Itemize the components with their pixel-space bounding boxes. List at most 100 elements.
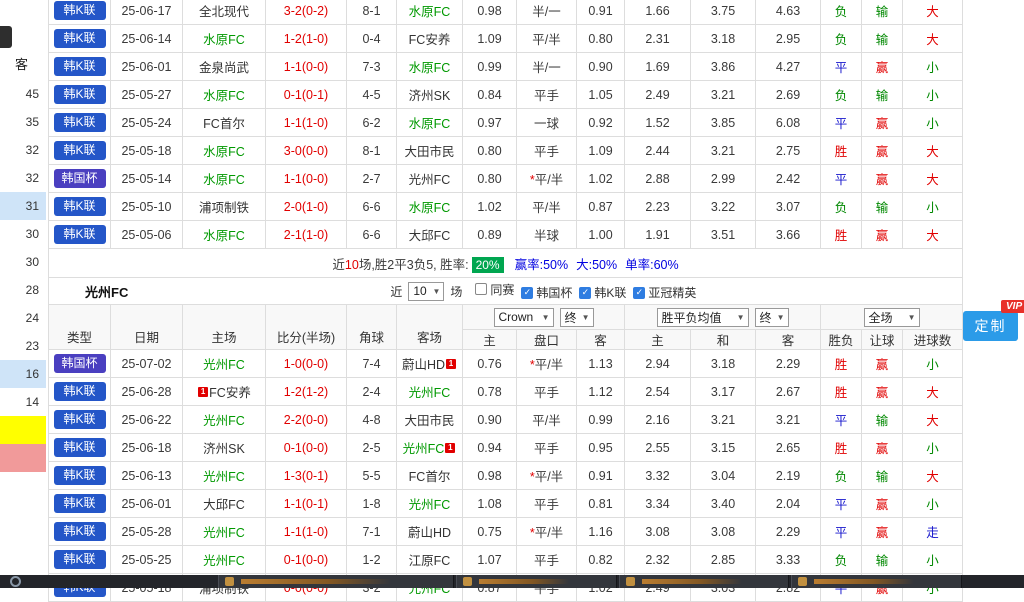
checkbox-unchecked-icon[interactable] (475, 283, 487, 295)
team-name[interactable]: 全北现代 (199, 5, 249, 19)
team-name[interactable]: 蔚山HD (408, 526, 451, 540)
handicap-value: 平/半 (532, 201, 560, 215)
team-name[interactable]: 1FC安养 (197, 386, 251, 400)
team-name[interactable]: 济州SK (203, 442, 245, 456)
filter-checkbox[interactable]: 同赛 (475, 281, 514, 298)
team-name[interactable]: 水原FC (203, 145, 245, 159)
checkbox-checked-icon[interactable]: ✓ (521, 287, 533, 299)
side-tab[interactable] (0, 26, 12, 48)
team-name[interactable]: 光州FC1 (403, 442, 457, 456)
checkbox-checked-icon[interactable]: ✓ (579, 287, 591, 299)
league-cell: 韩国杯 (49, 350, 111, 378)
checkbox-checked-icon[interactable]: ✓ (633, 287, 645, 299)
team-name[interactable]: 光州FC (409, 386, 451, 400)
team-name[interactable]: 水原FC (203, 229, 245, 243)
result-handicap: 输 (862, 25, 903, 53)
team-name[interactable]: 大邱FC (409, 229, 451, 243)
handicap-value: 平/半 (532, 414, 560, 428)
league-cell: 韩K联 (49, 25, 111, 53)
team-name[interactable]: 光州FC (203, 358, 245, 372)
taskbar-window-button[interactable] (456, 575, 617, 588)
league-badge: 韩K联 (54, 438, 106, 457)
taskbar-window-button[interactable] (619, 575, 789, 588)
team-name[interactable]: 水原FC (409, 201, 451, 215)
result-char: 负 (835, 201, 848, 215)
odds-handicap: 平手 (517, 81, 577, 109)
taskbar-window-button[interactable] (218, 575, 454, 588)
team-name[interactable]: 大邱FC (203, 498, 245, 512)
corner-count: 1-8 (347, 490, 397, 518)
league-badge: 韩K联 (54, 466, 106, 485)
filter-checkbox[interactable]: ✓亚冠精英 (633, 284, 696, 301)
result-char: 赢 (876, 145, 889, 159)
avg-away: 4.63 (756, 0, 821, 25)
team-name[interactable]: 水原FC (409, 61, 451, 75)
team-name[interactable]: FC首尔 (203, 117, 245, 131)
team-name[interactable]: 水原FC (409, 5, 451, 19)
match-date: 25-05-18 (111, 137, 183, 165)
average-odds-select[interactable]: 胜平负均值 ▼ (657, 308, 749, 327)
taskbar-app-icon[interactable] (10, 576, 21, 587)
team-name[interactable]: 水原FC (203, 89, 245, 103)
result-char: 小 (926, 89, 939, 103)
odds-away: 1.16 (577, 518, 625, 546)
taskbar-window-button[interactable] (791, 575, 962, 588)
team-name[interactable]: 大田市民 (404, 145, 454, 159)
match-date: 25-06-01 (111, 490, 183, 518)
team-name[interactable]: 金泉尚武 (199, 61, 249, 75)
league-cell: 韩K联 (49, 109, 111, 137)
filter-checkbox[interactable]: ✓韩国杯 (521, 284, 572, 301)
odds-home: 0.80 (463, 137, 517, 165)
bookmaker-select[interactable]: Crown ▼ (494, 308, 554, 327)
result-handicap: 赢 (862, 137, 903, 165)
team-name[interactable]: 光州FC (203, 470, 245, 484)
team-name[interactable]: 光州FC (409, 498, 451, 512)
odds-handicap: 平/半 (517, 193, 577, 221)
result-char: 胜 (835, 386, 848, 400)
team-name[interactable]: 光州FC (203, 554, 245, 568)
handicap-star: * (530, 470, 535, 484)
team-name[interactable]: 水原FC (203, 173, 245, 187)
team-name[interactable]: 光州FC (203, 414, 245, 428)
corner-count: 7-1 (347, 518, 397, 546)
league-badge: 韩K联 (54, 197, 106, 216)
team-name[interactable]: 浦项制铁 (199, 201, 249, 215)
away-team: 水原FC (397, 53, 463, 81)
red-card-mark: 1 (198, 387, 208, 397)
match-row: 韩K联25-06-22光州FC2-2(0-0)4-8大田市民0.90平/半0.9… (49, 406, 963, 434)
corner-count: 2-5 (347, 434, 397, 462)
odds-handicap: *平/半 (517, 518, 577, 546)
result-char: 平 (835, 61, 848, 75)
team-name[interactable]: FC首尔 (409, 470, 451, 484)
average-stage-select[interactable]: 终 ▼ (755, 308, 789, 327)
result-handicap: 输 (862, 546, 903, 574)
away-team: 光州FC (397, 165, 463, 193)
odds-stage-select[interactable]: 终 ▼ (560, 308, 594, 327)
select-value: Crown (499, 310, 534, 324)
team-name[interactable]: 光州FC (409, 173, 451, 187)
avg-draw: 2.99 (691, 165, 756, 193)
team-name[interactable]: 济州SK (409, 89, 451, 103)
team-name[interactable]: 水原FC (203, 33, 245, 47)
recent-games-select[interactable]: 10 ▼ (408, 282, 444, 301)
team-name[interactable]: 江原FC (409, 554, 451, 568)
odds-home: 0.97 (463, 109, 517, 137)
match-date: 25-05-10 (111, 193, 183, 221)
scope-select[interactable]: 全场 ▼ (864, 308, 920, 327)
customize-button[interactable]: 定制 (963, 311, 1018, 341)
team-name[interactable]: 光州FC (203, 526, 245, 540)
result-char: 负 (835, 554, 848, 568)
result-char: 负 (835, 89, 848, 103)
result-char: 胜 (835, 145, 848, 159)
avg-draw: 3.17 (691, 378, 756, 406)
section-header-cell: 光州FC 近 10 ▼ 场 同赛✓韩国杯✓韩K联✓亚冠精英 (49, 278, 963, 305)
avg-home: 2.31 (625, 25, 691, 53)
team-name[interactable]: 大田市民 (404, 414, 454, 428)
filter-checkbox[interactable]: ✓韩K联 (579, 284, 626, 301)
team-name[interactable]: FC安养 (409, 33, 451, 47)
team-name[interactable]: 蔚山HD1 (402, 358, 457, 372)
avg-draw: 3.75 (691, 0, 756, 25)
team-name[interactable]: 水原FC (409, 117, 451, 131)
result-goals: 大 (903, 406, 963, 434)
away-team: 水原FC (397, 109, 463, 137)
